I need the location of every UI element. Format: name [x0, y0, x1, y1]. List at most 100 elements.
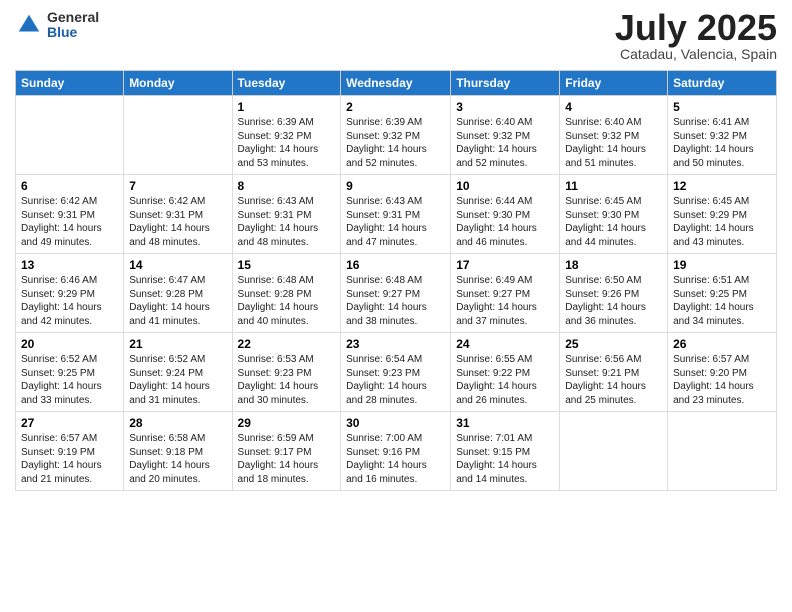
day-number: 15 — [238, 258, 336, 272]
calendar-week-row: 20 Sunrise: 6:52 AMSunset: 9:25 PMDayligh… — [16, 333, 777, 412]
calendar-cell: 7 Sunrise: 6:42 AMSunset: 9:31 PMDaylight… — [124, 175, 232, 254]
calendar-week-row: 13 Sunrise: 6:46 AMSunset: 9:29 PMDayligh… — [16, 254, 777, 333]
day-number: 25 — [565, 337, 662, 351]
calendar-cell: 21 Sunrise: 6:52 AMSunset: 9:24 PMDayligh… — [124, 333, 232, 412]
day-info: Sunrise: 6:52 AMSunset: 9:24 PMDaylight:… — [129, 353, 226, 407]
day-info: Sunrise: 6:40 AMSunset: 9:32 PMDaylight:… — [456, 116, 554, 170]
day-info: Sunrise: 6:46 AMSunset: 9:29 PMDaylight:… — [21, 274, 118, 328]
day-number: 27 — [21, 416, 118, 430]
day-info: Sunrise: 6:45 AMSunset: 9:30 PMDaylight:… — [565, 195, 662, 249]
day-info: Sunrise: 6:43 AMSunset: 9:31 PMDaylight:… — [346, 195, 445, 249]
day-number: 9 — [346, 179, 445, 193]
day-info: Sunrise: 6:48 AMSunset: 9:28 PMDaylight:… — [238, 274, 336, 328]
logo-icon — [15, 11, 43, 39]
day-info: Sunrise: 6:50 AMSunset: 9:26 PMDaylight:… — [565, 274, 662, 328]
calendar-cell: 3 Sunrise: 6:40 AMSunset: 9:32 PMDaylight… — [451, 96, 560, 175]
calendar-cell: 12 Sunrise: 6:45 AMSunset: 9:29 PMDayligh… — [668, 175, 777, 254]
day-info: Sunrise: 6:39 AMSunset: 9:32 PMDaylight:… — [346, 116, 445, 170]
calendar-cell: 6Sunrise: 6:42 AMSunset: 9:31 PMDaylight… — [16, 175, 124, 254]
calendar-cell: 15 Sunrise: 6:48 AMSunset: 9:28 PMDayligh… — [232, 254, 341, 333]
calendar-cell: 31 Sunrise: 7:01 AMSunset: 9:15 PMDayligh… — [451, 412, 560, 491]
calendar-cell: 28 Sunrise: 6:58 AMSunset: 9:18 PMDayligh… — [124, 412, 232, 491]
calendar-cell — [16, 96, 124, 175]
calendar-cell: 30 Sunrise: 7:00 AMSunset: 9:16 PMDayligh… — [341, 412, 451, 491]
day-number: 7 — [129, 179, 226, 193]
logo-general-text: General — [47, 10, 99, 25]
day-number: 21 — [129, 337, 226, 351]
page: General Blue July 2025 Catadau, Valencia… — [0, 0, 792, 612]
day-info: Sunrise: 6:51 AMSunset: 9:25 PMDaylight:… — [673, 274, 771, 328]
day-number: 16 — [346, 258, 445, 272]
calendar-header-friday: Friday — [560, 71, 668, 96]
calendar-cell: 26Sunrise: 6:57 AMSunset: 9:20 PMDayligh… — [668, 333, 777, 412]
day-number: 8 — [238, 179, 336, 193]
day-number: 4 — [565, 100, 662, 114]
day-number: 12 — [673, 179, 771, 193]
logo: General Blue — [15, 10, 99, 41]
calendar-cell: 16 Sunrise: 6:48 AMSunset: 9:27 PMDayligh… — [341, 254, 451, 333]
calendar-cell: 13 Sunrise: 6:46 AMSunset: 9:29 PMDayligh… — [16, 254, 124, 333]
calendar-header-monday: Monday — [124, 71, 232, 96]
day-info: Sunrise: 6:58 AMSunset: 9:18 PMDaylight:… — [129, 432, 226, 486]
calendar-cell: 18Sunrise: 6:50 AMSunset: 9:26 PMDayligh… — [560, 254, 668, 333]
day-info: Sunrise: 6:42 AMSunset: 9:31 PMDaylight:… — [129, 195, 226, 249]
day-info: Sunrise: 6:57 AMSunset: 9:19 PMDaylight:… — [21, 432, 118, 486]
calendar-cell: 27 Sunrise: 6:57 AMSunset: 9:19 PMDayligh… — [16, 412, 124, 491]
calendar-cell: 23 Sunrise: 6:54 AMSunset: 9:23 PMDayligh… — [341, 333, 451, 412]
day-number: 13 — [21, 258, 118, 272]
day-info: Sunrise: 6:55 AMSunset: 9:22 PMDaylight:… — [456, 353, 554, 407]
day-number: 28 — [129, 416, 226, 430]
calendar-cell: 29Sunrise: 6:59 AMSunset: 9:17 PMDayligh… — [232, 412, 341, 491]
day-number: 31 — [456, 416, 554, 430]
calendar-cell: 11Sunrise: 6:45 AMSunset: 9:30 PMDayligh… — [560, 175, 668, 254]
day-info: Sunrise: 6:44 AMSunset: 9:30 PMDaylight:… — [456, 195, 554, 249]
calendar-table: SundayMondayTuesdayWednesdayThursdayFrid… — [15, 70, 777, 491]
day-number: 3 — [456, 100, 554, 114]
day-info: Sunrise: 7:01 AMSunset: 9:15 PMDaylight:… — [456, 432, 554, 486]
day-info: Sunrise: 6:59 AMSunset: 9:17 PMDaylight:… — [238, 432, 336, 486]
calendar-header-sunday: Sunday — [16, 71, 124, 96]
day-number: 26 — [673, 337, 771, 351]
logo-blue-text: Blue — [47, 25, 99, 40]
day-info: Sunrise: 6:56 AMSunset: 9:21 PMDaylight:… — [565, 353, 662, 407]
day-number: 14 — [129, 258, 226, 272]
day-number: 30 — [346, 416, 445, 430]
day-info: Sunrise: 6:54 AMSunset: 9:23 PMDaylight:… — [346, 353, 445, 407]
header: General Blue July 2025 Catadau, Valencia… — [15, 10, 777, 62]
calendar-cell: 1Sunrise: 6:39 AMSunset: 9:32 PMDaylight… — [232, 96, 341, 175]
calendar-cell: 4 Sunrise: 6:40 AMSunset: 9:32 PMDaylight… — [560, 96, 668, 175]
day-number: 17 — [456, 258, 554, 272]
day-number: 5 — [673, 100, 771, 114]
day-info: Sunrise: 6:43 AMSunset: 9:31 PMDaylight:… — [238, 195, 336, 249]
calendar-cell: 9 Sunrise: 6:43 AMSunset: 9:31 PMDaylight… — [341, 175, 451, 254]
calendar-header-tuesday: Tuesday — [232, 71, 341, 96]
calendar-cell: 5 Sunrise: 6:41 AMSunset: 9:32 PMDaylight… — [668, 96, 777, 175]
day-number: 20 — [21, 337, 118, 351]
calendar-cell: 24Sunrise: 6:55 AMSunset: 9:22 PMDayligh… — [451, 333, 560, 412]
day-info: Sunrise: 6:45 AMSunset: 9:29 PMDaylight:… — [673, 195, 771, 249]
calendar-cell — [560, 412, 668, 491]
calendar-header-wednesday: Wednesday — [341, 71, 451, 96]
day-info: Sunrise: 6:49 AMSunset: 9:27 PMDaylight:… — [456, 274, 554, 328]
day-info: Sunrise: 7:00 AMSunset: 9:16 PMDaylight:… — [346, 432, 445, 486]
logo-text: General Blue — [47, 10, 99, 41]
day-info: Sunrise: 6:41 AMSunset: 9:32 PMDaylight:… — [673, 116, 771, 170]
calendar-week-row: 27 Sunrise: 6:57 AMSunset: 9:19 PMDayligh… — [16, 412, 777, 491]
day-info: Sunrise: 6:40 AMSunset: 9:32 PMDaylight:… — [565, 116, 662, 170]
location: Catadau, Valencia, Spain — [615, 46, 777, 62]
day-info: Sunrise: 6:42 AMSunset: 9:31 PMDaylight:… — [21, 195, 118, 249]
month-title: July 2025 — [615, 10, 777, 46]
calendar-cell: 8 Sunrise: 6:43 AMSunset: 9:31 PMDaylight… — [232, 175, 341, 254]
day-info: Sunrise: 6:52 AMSunset: 9:25 PMDaylight:… — [21, 353, 118, 407]
day-number: 23 — [346, 337, 445, 351]
day-info: Sunrise: 6:48 AMSunset: 9:27 PMDaylight:… — [346, 274, 445, 328]
calendar-cell: 10Sunrise: 6:44 AMSunset: 9:30 PMDayligh… — [451, 175, 560, 254]
calendar-header-thursday: Thursday — [451, 71, 560, 96]
calendar-header-row: SundayMondayTuesdayWednesdayThursdayFrid… — [16, 71, 777, 96]
calendar-cell: 22Sunrise: 6:53 AMSunset: 9:23 PMDayligh… — [232, 333, 341, 412]
calendar-week-row: 6Sunrise: 6:42 AMSunset: 9:31 PMDaylight… — [16, 175, 777, 254]
day-number: 2 — [346, 100, 445, 114]
calendar-cell: 20 Sunrise: 6:52 AMSunset: 9:25 PMDayligh… — [16, 333, 124, 412]
calendar-cell: 19Sunrise: 6:51 AMSunset: 9:25 PMDayligh… — [668, 254, 777, 333]
day-info: Sunrise: 6:39 AMSunset: 9:32 PMDaylight:… — [238, 116, 336, 170]
